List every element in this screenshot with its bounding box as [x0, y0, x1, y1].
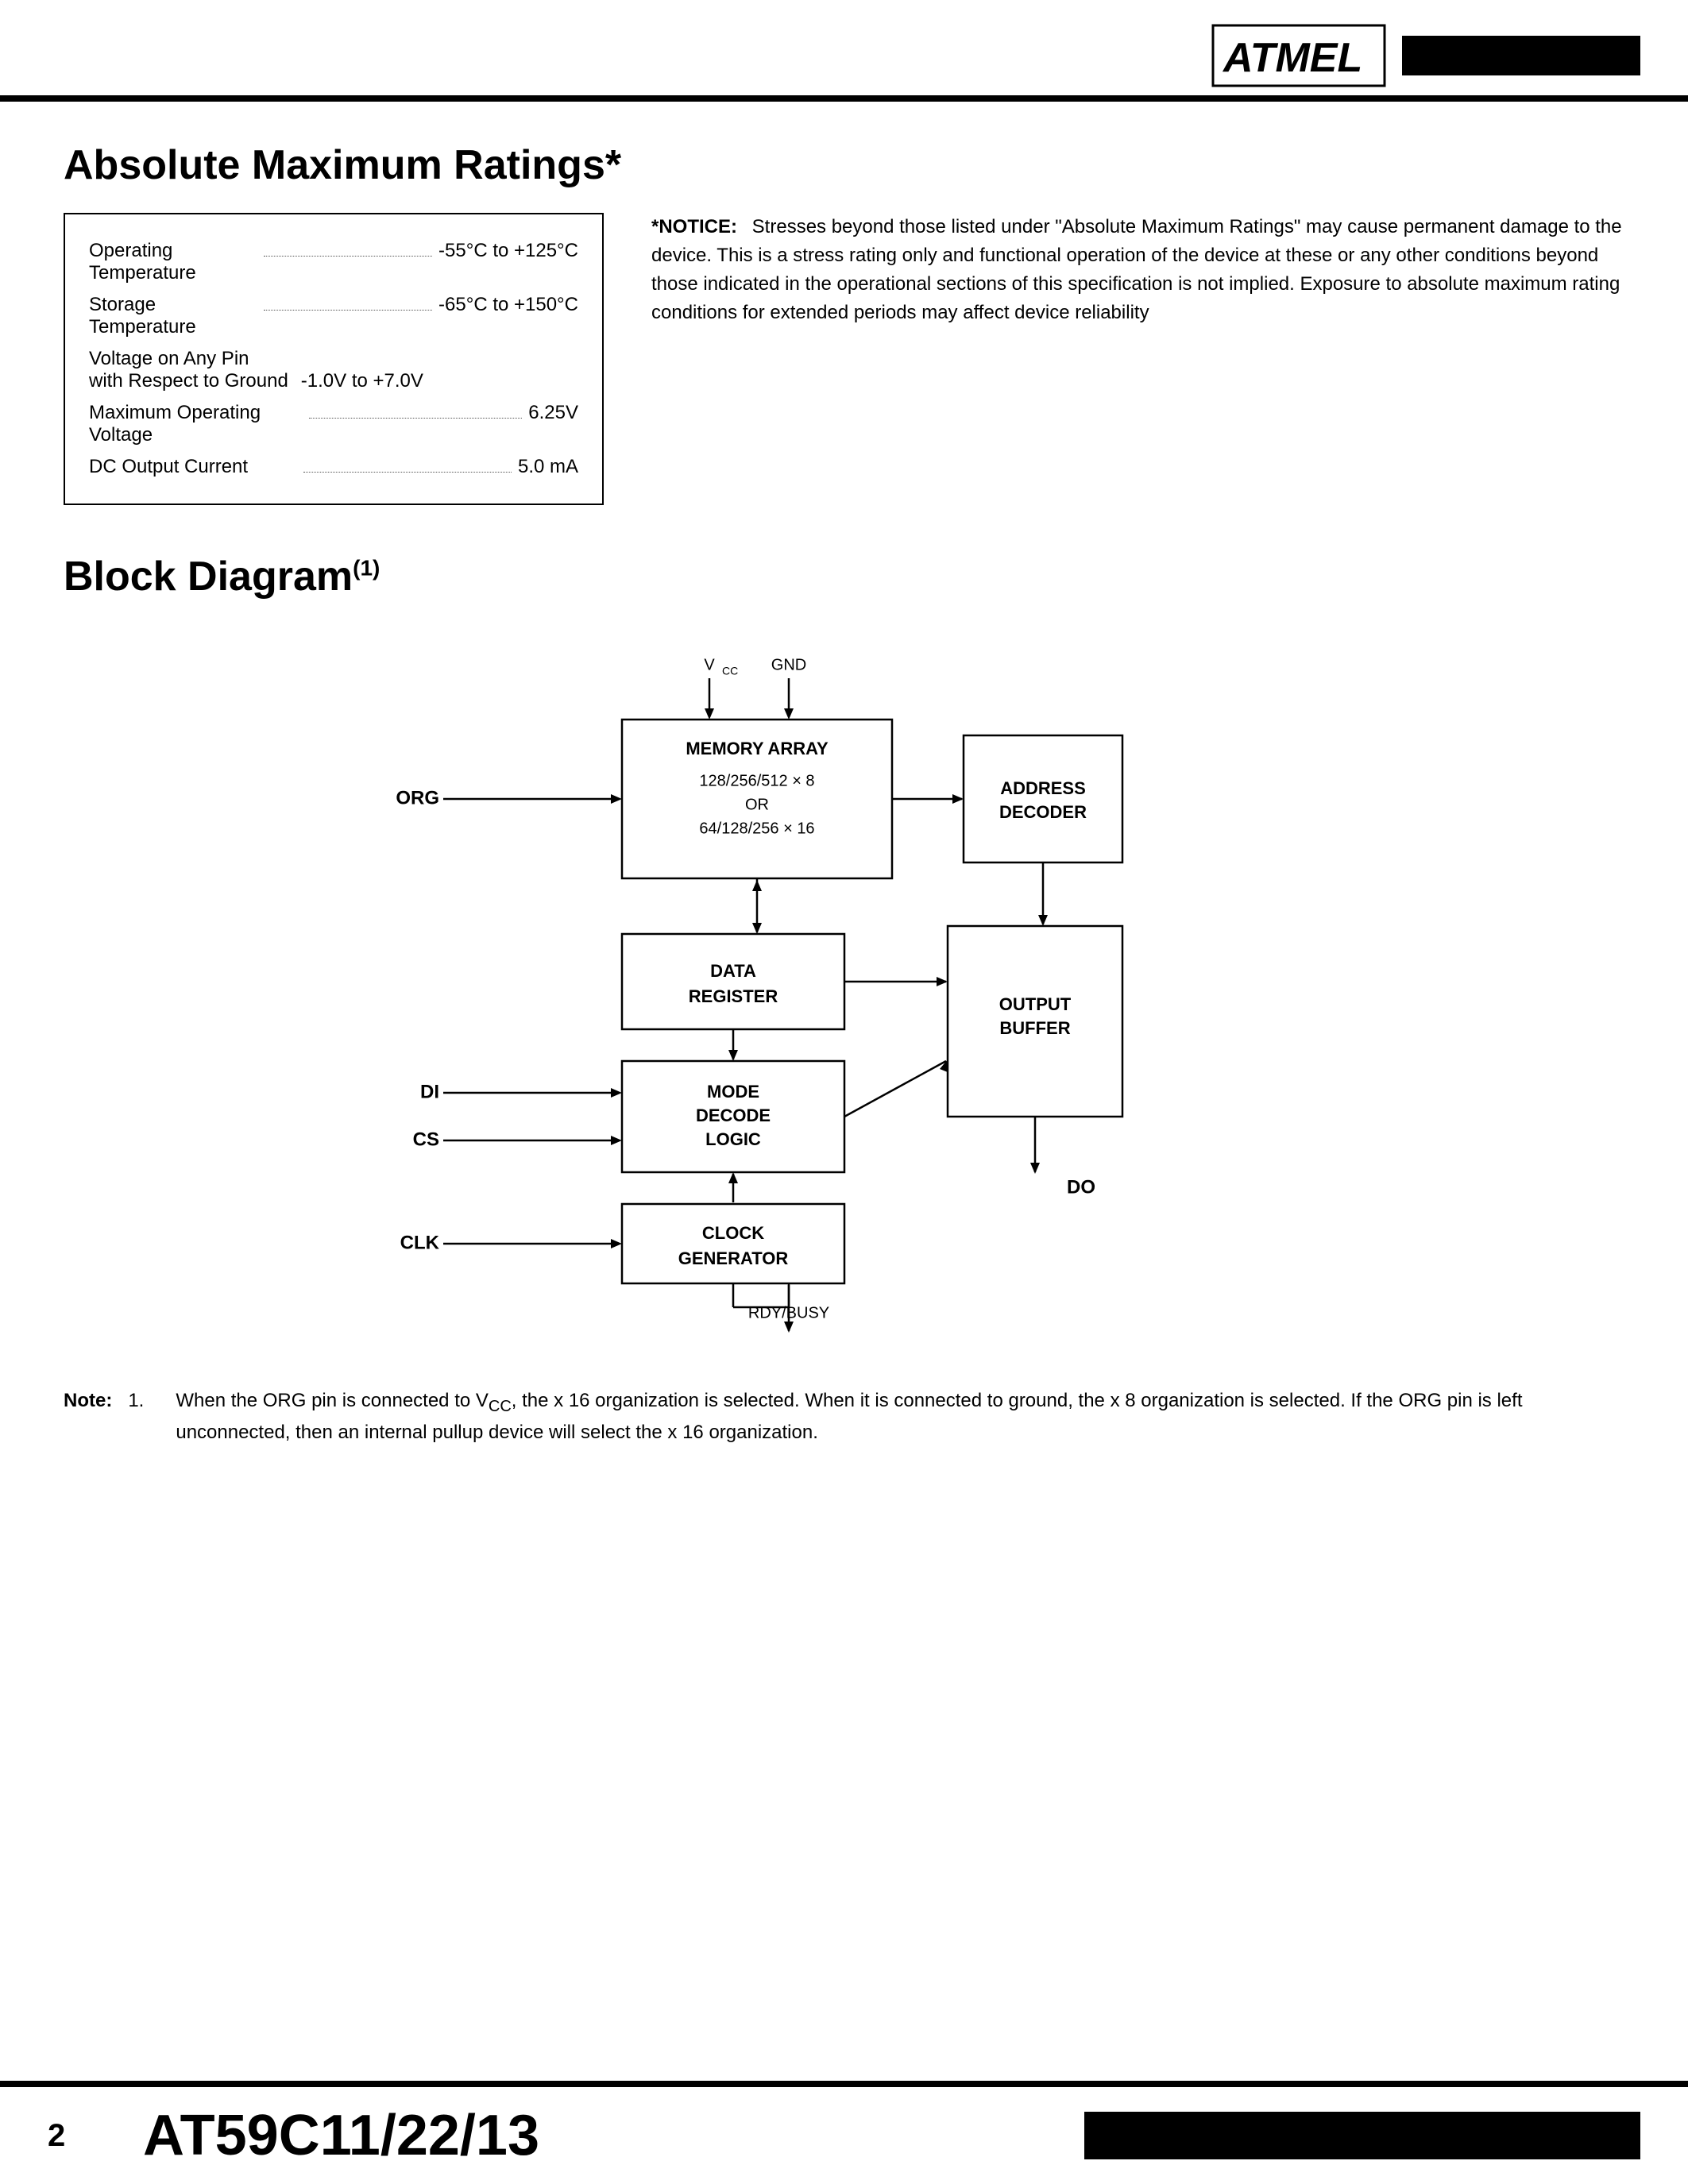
absolute-maximum-ratings-title: Absolute Maximum Ratings*: [64, 141, 1624, 189]
table-row: Maximum Operating Voltage 6.25V: [89, 402, 578, 446]
rating-label-1: Operating Temperature: [89, 240, 257, 284]
footer: 2 AT59C11/22/13: [0, 2081, 1688, 2184]
clk-pin-label: CLK: [400, 1232, 439, 1253]
rating-value-2: -65°C to +150°C: [438, 294, 578, 316]
svg-text:ATMEL: ATMEL: [1222, 35, 1362, 81]
org-pin-label: ORG: [396, 787, 439, 808]
rating-value-3: -1.0V to +7.0V: [301, 370, 423, 392]
memory-array-title: MEMORY ARRAY: [686, 739, 829, 758]
rating-value-1: -55°C to +125°C: [438, 240, 578, 262]
note-number: 1.: [128, 1387, 144, 1447]
data-register-title2: REGISTER: [688, 986, 778, 1006]
address-decoder-title2: DECODER: [999, 802, 1086, 822]
table-row: DC Output Current 5.0 mA: [89, 456, 578, 478]
rating-value-5: 5.0 mA: [518, 456, 578, 478]
do-pin-label: DO: [1067, 1176, 1095, 1198]
rating-label-4: Maximum Operating Voltage: [89, 402, 303, 446]
header: ATMEL: [0, 0, 1688, 102]
dots-5: [303, 472, 512, 473]
output-buffer-title2: BUFFER: [999, 1018, 1070, 1038]
mode-decode-title3: LOGIC: [705, 1129, 761, 1149]
clock-gen-title2: GENERATOR: [678, 1248, 788, 1268]
notice-text: *NOTICE: Stresses beyond those listed un…: [651, 213, 1624, 327]
dots-1: [264, 256, 432, 257]
rating-value-4: 6.25V: [528, 402, 578, 424]
main-content: Absolute Maximum Ratings* Operating Temp…: [0, 102, 1688, 1487]
di-pin-label: DI: [420, 1081, 439, 1102]
notice-label: *NOTICE:: [651, 216, 737, 237]
gnd-label: GND: [771, 656, 805, 673]
rating-label-3: Voltage on Any Pin with Respect to Groun…: [89, 348, 423, 392]
atmel-logo: ATMEL: [1211, 24, 1640, 87]
address-decoder-title: ADDRESS: [1000, 778, 1086, 798]
mode-decode-title: MODE: [707, 1082, 759, 1102]
rating-label-5: DC Output Current: [89, 456, 297, 478]
output-buffer-title: OUTPUT: [999, 994, 1071, 1014]
block-diagram-title: Block Diagram(1): [64, 553, 1624, 600]
block-diagram-svg: .block-text { font-family: Arial, Helvet…: [169, 632, 1520, 1347]
footer-page: 2: [48, 2118, 111, 2154]
mode-decode-title2: DECODE: [695, 1106, 770, 1125]
atmel-logo-svg: ATMEL: [1211, 24, 1386, 87]
footer-model: AT59C11/22/13: [143, 2103, 1084, 2168]
memory-or: OR: [745, 796, 769, 813]
footer-bar: [1084, 2112, 1640, 2159]
vcc-label: V: [704, 656, 715, 673]
ratings-table: Operating Temperature -55°C to +125°C St…: [64, 213, 604, 505]
note-text: When the ORG pin is connected to VCC, th…: [176, 1387, 1624, 1447]
atmel-logo-bar: [1402, 36, 1640, 75]
table-row: Voltage on Any Pin with Respect to Groun…: [89, 348, 578, 392]
ratings-layout: Operating Temperature -55°C to +125°C St…: [64, 213, 1624, 505]
memory-org1: 128/256/512 × 8: [699, 772, 814, 789]
dots-2: [264, 310, 432, 311]
table-row: Operating Temperature -55°C to +125°C: [89, 240, 578, 284]
note-label: Note:: [64, 1387, 112, 1447]
memory-org2: 64/128/256 × 16: [699, 820, 814, 837]
table-row: Storage Temperature -65°C to +150°C: [89, 294, 578, 338]
block-diagram-container: .block-text { font-family: Arial, Helvet…: [169, 632, 1520, 1347]
notice-body: Stresses beyond those listed under "Abso…: [651, 216, 1622, 323]
clock-gen-title: CLOCK: [701, 1223, 763, 1243]
data-register-title: DATA: [710, 961, 756, 981]
cs-pin-label: CS: [412, 1129, 438, 1150]
vcc-sub: CC: [722, 665, 738, 677]
rating-label-2: Storage Temperature: [89, 294, 257, 338]
note-section: Note: 1. When the ORG pin is connected t…: [64, 1387, 1624, 1447]
dots-4: [309, 418, 523, 419]
